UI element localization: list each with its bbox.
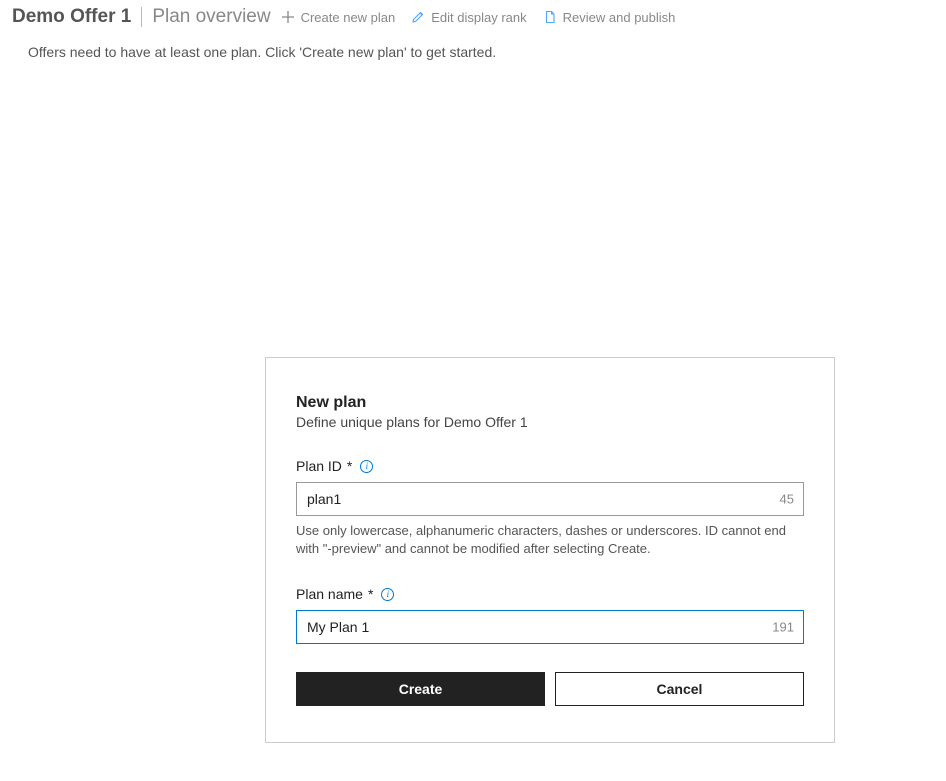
plan-id-hint: Use only lowercase, alphanumeric charact… xyxy=(296,522,804,558)
toolbar-label: Create new plan xyxy=(301,10,396,25)
info-message: Offers need to have at least one plan. C… xyxy=(0,30,946,60)
plan-name-field-group: Plan name * i 191 xyxy=(296,586,804,644)
toolbar-label: Edit display rank xyxy=(431,10,526,25)
edit-display-rank-button[interactable]: Edit display rank xyxy=(411,8,526,27)
toolbar-label: Review and publish xyxy=(563,10,676,25)
plan-name-label: Plan name * i xyxy=(296,586,804,602)
pencil-icon xyxy=(411,10,425,24)
plan-id-input-wrap: 45 xyxy=(296,482,804,516)
plan-name-input-wrap: 191 xyxy=(296,610,804,644)
review-and-publish-button[interactable]: Review and publish xyxy=(543,8,676,27)
label-text: Plan name xyxy=(296,586,363,602)
required-mark: * xyxy=(347,458,352,474)
plan-name-input[interactable] xyxy=(296,610,804,644)
label-text: Plan ID xyxy=(296,458,342,474)
plan-name-char-count: 191 xyxy=(772,620,794,635)
dialog-title: New plan xyxy=(296,394,804,412)
cancel-button[interactable]: Cancel xyxy=(555,672,804,706)
dialog-button-row: Create Cancel xyxy=(296,672,804,706)
new-plan-dialog: New plan Define unique plans for Demo Of… xyxy=(265,357,835,743)
page-title: Plan overview xyxy=(152,6,270,28)
page-header: Demo Offer 1 Plan overview Create new pl… xyxy=(0,0,946,30)
document-icon xyxy=(543,10,557,24)
vertical-divider xyxy=(141,7,142,27)
offer-name: Demo Offer 1 xyxy=(12,6,131,28)
info-icon[interactable]: i xyxy=(360,460,373,473)
dialog-subtitle: Define unique plans for Demo Offer 1 xyxy=(296,414,804,430)
plus-icon xyxy=(281,10,295,24)
info-icon[interactable]: i xyxy=(381,588,394,601)
toolbar: Create new plan Edit display rank Review… xyxy=(281,8,676,27)
required-mark: * xyxy=(368,586,373,602)
plan-id-char-count: 45 xyxy=(780,492,794,507)
plan-id-label: Plan ID * i xyxy=(296,458,804,474)
plan-id-input[interactable] xyxy=(296,482,804,516)
plan-id-field-group: Plan ID * i 45 Use only lowercase, alpha… xyxy=(296,458,804,558)
create-new-plan-button[interactable]: Create new plan xyxy=(281,8,396,27)
create-button[interactable]: Create xyxy=(296,672,545,706)
